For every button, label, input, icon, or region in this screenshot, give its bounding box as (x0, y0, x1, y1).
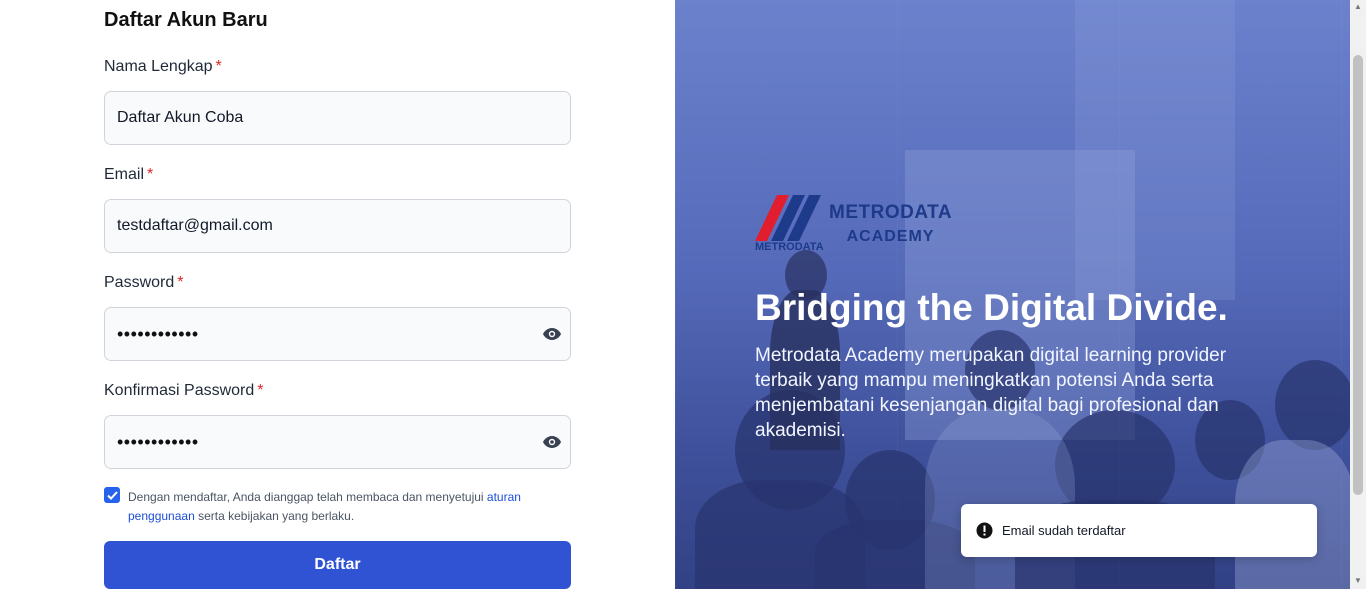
logo-title: METRODATA (829, 202, 953, 223)
logo-mark-text: METRODATA (755, 241, 824, 253)
hero-panel: METRODATA METRODATA ACADEMY Bridging the… (675, 0, 1350, 589)
hero-headline: Bridging the Digital Divide. (755, 287, 1228, 328)
hero-description: Metrodata Academy merupakan digital lear… (755, 345, 1227, 441)
alert-circle-icon (976, 522, 993, 539)
show-password-icon[interactable] (542, 324, 562, 344)
name-label-text: Nama Lengkap (104, 58, 213, 75)
terms-text-before: Dengan mendaftar, Anda dianggap telah me… (128, 490, 487, 504)
terms-text-after: serta kebijakan yang berlaku. (194, 509, 355, 523)
error-toast: Email sudah terdaftar (961, 504, 1317, 557)
confirm-password-label-text: Konfirmasi Password (104, 382, 255, 399)
required-marker: * (257, 382, 264, 399)
check-icon (106, 490, 118, 500)
logo-mark-icon: METRODATA (755, 195, 824, 255)
email-label: Email * (104, 166, 153, 184)
register-panel: Daftar Akun Baru Nama Lengkap * Daftar Ak… (0, 0, 675, 589)
email-label-text: Email (104, 166, 145, 183)
toast-message: Email sudah terdaftar (1002, 523, 1126, 538)
required-marker: * (147, 166, 154, 183)
password-label: Password * (104, 274, 183, 292)
register-button[interactable]: Daftar (104, 541, 571, 589)
name-label: Nama Lengkap * (104, 58, 222, 76)
password-value: •••••••••••• (117, 323, 199, 344)
confirm-password-label: Konfirmasi Password * (104, 382, 264, 400)
email-input[interactable]: testdaftar@gmail.com (104, 199, 571, 253)
password-input[interactable]: •••••••••••• (104, 307, 571, 361)
show-confirm-password-icon[interactable] (542, 432, 562, 452)
logo-subtitle: ACADEMY (846, 228, 935, 245)
password-label-text: Password (104, 274, 175, 291)
terms-checkbox[interactable] (104, 487, 120, 503)
logo-text: METRODATA ACADEMY (829, 201, 952, 249)
page-scrollbar[interactable]: ▲ ▼ (1350, 0, 1366, 589)
terms-text: Dengan mendaftar, Anda dianggap telah me… (128, 488, 548, 526)
required-marker: * (177, 274, 184, 291)
scrollbar-thumb[interactable] (1353, 55, 1363, 495)
confirm-password-value: •••••••••••• (117, 431, 199, 452)
email-value: testdaftar@gmail.com (117, 217, 273, 234)
form-title: Daftar Akun Baru (104, 9, 268, 31)
full-name-input[interactable]: Daftar Akun Coba (104, 91, 571, 145)
scroll-up-icon[interactable]: ▲ (1353, 2, 1363, 12)
metrodata-academy-logo: METRODATA METRODATA ACADEMY (755, 195, 952, 255)
scroll-down-icon[interactable]: ▼ (1353, 576, 1363, 586)
full-name-value: Daftar Akun Coba (117, 109, 244, 126)
required-marker: * (215, 58, 222, 75)
confirm-password-input[interactable]: •••••••••••• (104, 415, 571, 469)
